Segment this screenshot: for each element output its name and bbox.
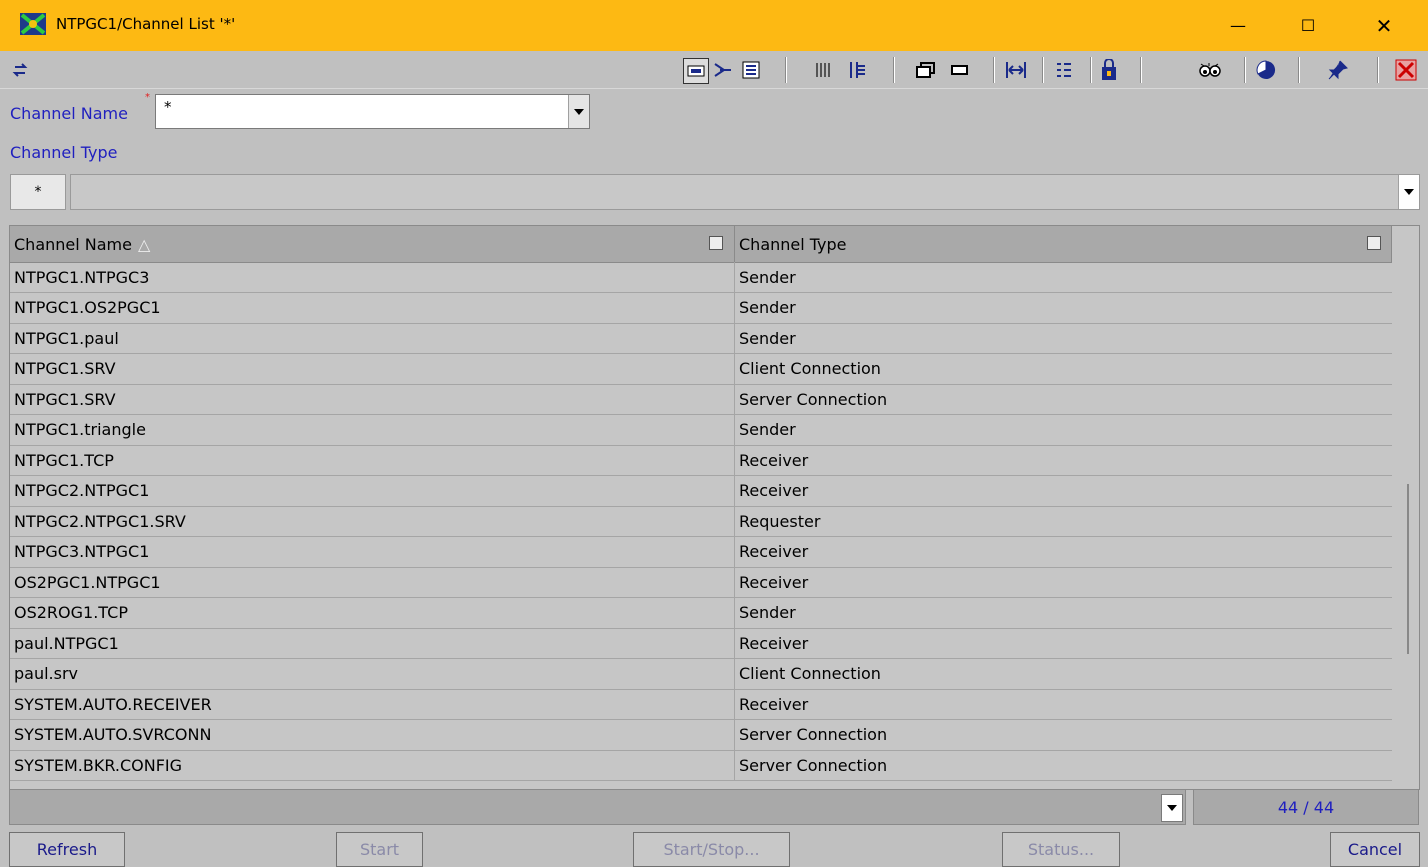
window-icon[interactable] bbox=[914, 58, 938, 82]
cell-channel-type: Server Connection bbox=[739, 755, 888, 775]
table-row[interactable]: NTPGC1.triangle Sender bbox=[10, 414, 1392, 446]
refresh-icon[interactable] bbox=[10, 58, 30, 82]
chevron-down-icon[interactable] bbox=[1398, 175, 1419, 209]
cell-channel-name: NTPGC1.TCP bbox=[10, 445, 735, 475]
channel-table: Channel Name △ Channel Type NTPGC1.NTPGC… bbox=[9, 225, 1420, 790]
table-row[interactable]: OS2PGC1.NTPGC1 Receiver bbox=[10, 567, 1392, 598]
cell-channel-name: NTPGC1.NTPGC3 bbox=[10, 262, 735, 292]
column-chooser-icon[interactable] bbox=[709, 236, 723, 250]
lock-icon[interactable] bbox=[1097, 58, 1121, 82]
cell-channel-name: NTPGC1.OS2PGC1 bbox=[10, 292, 735, 323]
rect-icon[interactable] bbox=[948, 58, 972, 82]
table-row[interactable]: NTPGC2.NTPGC1 Receiver bbox=[10, 475, 1392, 507]
cell-channel-name: NTPGC2.NTPGC1 bbox=[10, 475, 735, 506]
window-title: NTPGC1/Channel List '*' bbox=[56, 15, 236, 33]
table-row[interactable]: NTPGC1.SRV Server Connection bbox=[10, 384, 1392, 415]
table-row[interactable]: NTPGC1.NTPGC3 Sender bbox=[10, 262, 1392, 293]
cell-channel-type: Sender bbox=[739, 267, 796, 287]
cell-channel-name: NTPGC1.paul bbox=[10, 323, 735, 353]
table-row[interactable]: NTPGC1.SRV Client Connection bbox=[10, 353, 1392, 385]
cell-channel-type: Client Connection bbox=[739, 664, 881, 683]
cell-channel-name: NTPGC1.triangle bbox=[10, 414, 735, 445]
cell-channel-type: Sender bbox=[739, 298, 796, 317]
refresh-button[interactable]: Refresh bbox=[9, 832, 125, 867]
column-chooser-icon[interactable] bbox=[1367, 236, 1381, 250]
table-row[interactable]: SYSTEM.AUTO.RECEIVER Receiver bbox=[10, 689, 1392, 720]
required-marker: * bbox=[145, 92, 150, 103]
table-row[interactable]: NTPGC1.paul Sender bbox=[10, 323, 1392, 354]
columns-icon[interactable] bbox=[814, 58, 836, 82]
cell-channel-type: Server Connection bbox=[739, 389, 888, 409]
cell-channel-name: SYSTEM.BKR.CONFIG bbox=[10, 750, 735, 780]
cell-channel-name: paul.NTPGC1 bbox=[10, 628, 735, 658]
start-stop-button[interactable]: Start/Stop... bbox=[633, 832, 790, 867]
table-row[interactable]: paul.NTPGC1 Receiver bbox=[10, 628, 1392, 659]
cell-channel-type: Receiver bbox=[739, 450, 809, 470]
cell-channel-type: Sender bbox=[739, 603, 796, 622]
close-button[interactable]: ✕ bbox=[1354, 0, 1414, 51]
cell-channel-type: Client Connection bbox=[739, 359, 881, 378]
cell-channel-type: Receiver bbox=[739, 481, 809, 500]
scrollbar-thumb[interactable] bbox=[1407, 484, 1409, 654]
cell-channel-name: NTPGC1.SRV bbox=[10, 353, 735, 384]
start-button[interactable]: Start bbox=[336, 832, 423, 867]
table-row[interactable]: SYSTEM.BKR.CONFIG Server Connection bbox=[10, 750, 1392, 781]
cell-channel-name: NTPGC3.NTPGC1 bbox=[10, 536, 735, 567]
cell-channel-type: Receiver bbox=[739, 694, 809, 714]
row-count: 44 / 44 bbox=[1193, 789, 1419, 825]
minimize-button[interactable]: — bbox=[1208, 0, 1268, 51]
cell-channel-name: SYSTEM.AUTO.SVRCONN bbox=[10, 719, 735, 750]
maximize-button[interactable]: ☐ bbox=[1278, 0, 1338, 51]
table-row[interactable]: OS2ROG1.TCP Sender bbox=[10, 597, 1392, 629]
table-row[interactable]: NTPGC2.NTPGC1.SRV Requester bbox=[10, 506, 1392, 537]
table-header: Channel Name △ Channel Type bbox=[10, 226, 1392, 263]
view-icon[interactable] bbox=[683, 58, 709, 84]
cell-channel-name: OS2PGC1.NTPGC1 bbox=[10, 567, 735, 597]
cell-channel-name: NTPGC1.SRV bbox=[10, 384, 735, 414]
chevron-down-icon[interactable] bbox=[1161, 794, 1183, 822]
channel-name-combo[interactable]: * bbox=[155, 94, 590, 129]
app-icon bbox=[20, 13, 46, 35]
cancel-button[interactable]: Cancel bbox=[1330, 832, 1420, 867]
column-header-channel-name[interactable]: Channel Name △ bbox=[10, 226, 735, 262]
cell-channel-name: NTPGC2.NTPGC1.SRV bbox=[10, 506, 735, 536]
column-header-channel-type[interactable]: Channel Type bbox=[735, 226, 1392, 262]
cell-channel-type: Sender bbox=[739, 328, 796, 348]
eye-icon[interactable] bbox=[1196, 58, 1224, 82]
arrow-icon[interactable] bbox=[711, 58, 735, 82]
cell-channel-type: Sender bbox=[739, 420, 796, 439]
sort-ascending-icon: △ bbox=[137, 234, 151, 254]
cell-channel-type: Requester bbox=[739, 511, 821, 531]
cell-channel-type: Server Connection bbox=[739, 725, 888, 744]
tree-icon[interactable] bbox=[1052, 58, 1076, 82]
channel-type-selector[interactable] bbox=[70, 174, 1420, 210]
list-icon[interactable] bbox=[739, 58, 763, 82]
pie-icon[interactable] bbox=[1253, 58, 1279, 82]
split-icon[interactable] bbox=[846, 58, 870, 82]
chevron-down-icon[interactable] bbox=[568, 95, 589, 128]
pin-icon[interactable] bbox=[1326, 58, 1350, 82]
table-row[interactable]: SYSTEM.AUTO.SVRCONN Server Connection bbox=[10, 719, 1392, 751]
status-button[interactable]: Status... bbox=[1002, 832, 1120, 867]
status-bar bbox=[9, 789, 1186, 825]
channel-name-value: * bbox=[164, 98, 172, 116]
toolbar bbox=[0, 51, 1428, 89]
table-row[interactable]: NTPGC1.TCP Receiver bbox=[10, 445, 1392, 476]
channel-name-label: Channel Name bbox=[10, 104, 128, 123]
cell-channel-type: Receiver bbox=[739, 542, 809, 561]
title-bar: NTPGC1/Channel List '*' — ☐ ✕ bbox=[0, 0, 1428, 51]
exit-icon[interactable] bbox=[1393, 58, 1419, 82]
channel-type-label: Channel Type bbox=[10, 143, 118, 162]
table-row[interactable]: paul.srv Client Connection bbox=[10, 658, 1392, 690]
cell-channel-type: Receiver bbox=[739, 633, 809, 653]
cell-channel-name: SYSTEM.AUTO.RECEIVER bbox=[10, 689, 735, 719]
table-row[interactable]: NTPGC3.NTPGC1 Receiver bbox=[10, 536, 1392, 568]
cell-channel-name: paul.srv bbox=[10, 658, 735, 689]
fit-width-icon[interactable] bbox=[1003, 58, 1029, 82]
cell-channel-type: Receiver bbox=[739, 572, 809, 592]
cell-channel-name: OS2ROG1.TCP bbox=[10, 597, 735, 628]
table-row[interactable]: NTPGC1.OS2PGC1 Sender bbox=[10, 292, 1392, 324]
channel-type-all-button[interactable]: * bbox=[10, 174, 66, 210]
